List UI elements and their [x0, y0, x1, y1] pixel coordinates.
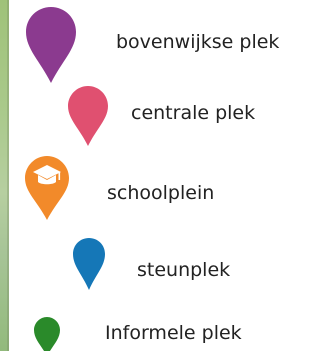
map-pin-icon — [26, 7, 76, 83]
legend-label: bovenwijkse plek — [116, 31, 280, 53]
legend-label: schoolplein — [107, 182, 215, 204]
legend-item-schoolplein: schoolplein — [0, 150, 320, 230]
map-legend: bovenwijkse plek centrale plek schoolple… — [0, 0, 320, 351]
pin-shape — [68, 86, 108, 146]
legend-item-informele-plek: Informele plek — [0, 302, 320, 351]
map-pin-icon — [34, 317, 60, 351]
legend-item-steunplek: steunplek — [0, 230, 320, 302]
legend-label: Informele plek — [105, 322, 242, 344]
legend-label: centrale plek — [131, 102, 256, 124]
graduation-cap-pin-icon — [25, 156, 69, 220]
pin-shape — [26, 7, 76, 83]
pin-shape — [73, 238, 105, 290]
legend-item-bovenwijkse-plek: bovenwijkse plek — [0, 0, 320, 85]
legend-label: steunplek — [137, 259, 231, 281]
map-pin-icon — [68, 86, 108, 146]
legend-item-centrale-plek: centrale plek — [0, 85, 320, 150]
pin-shape — [34, 317, 60, 351]
map-pin-icon — [73, 238, 105, 290]
